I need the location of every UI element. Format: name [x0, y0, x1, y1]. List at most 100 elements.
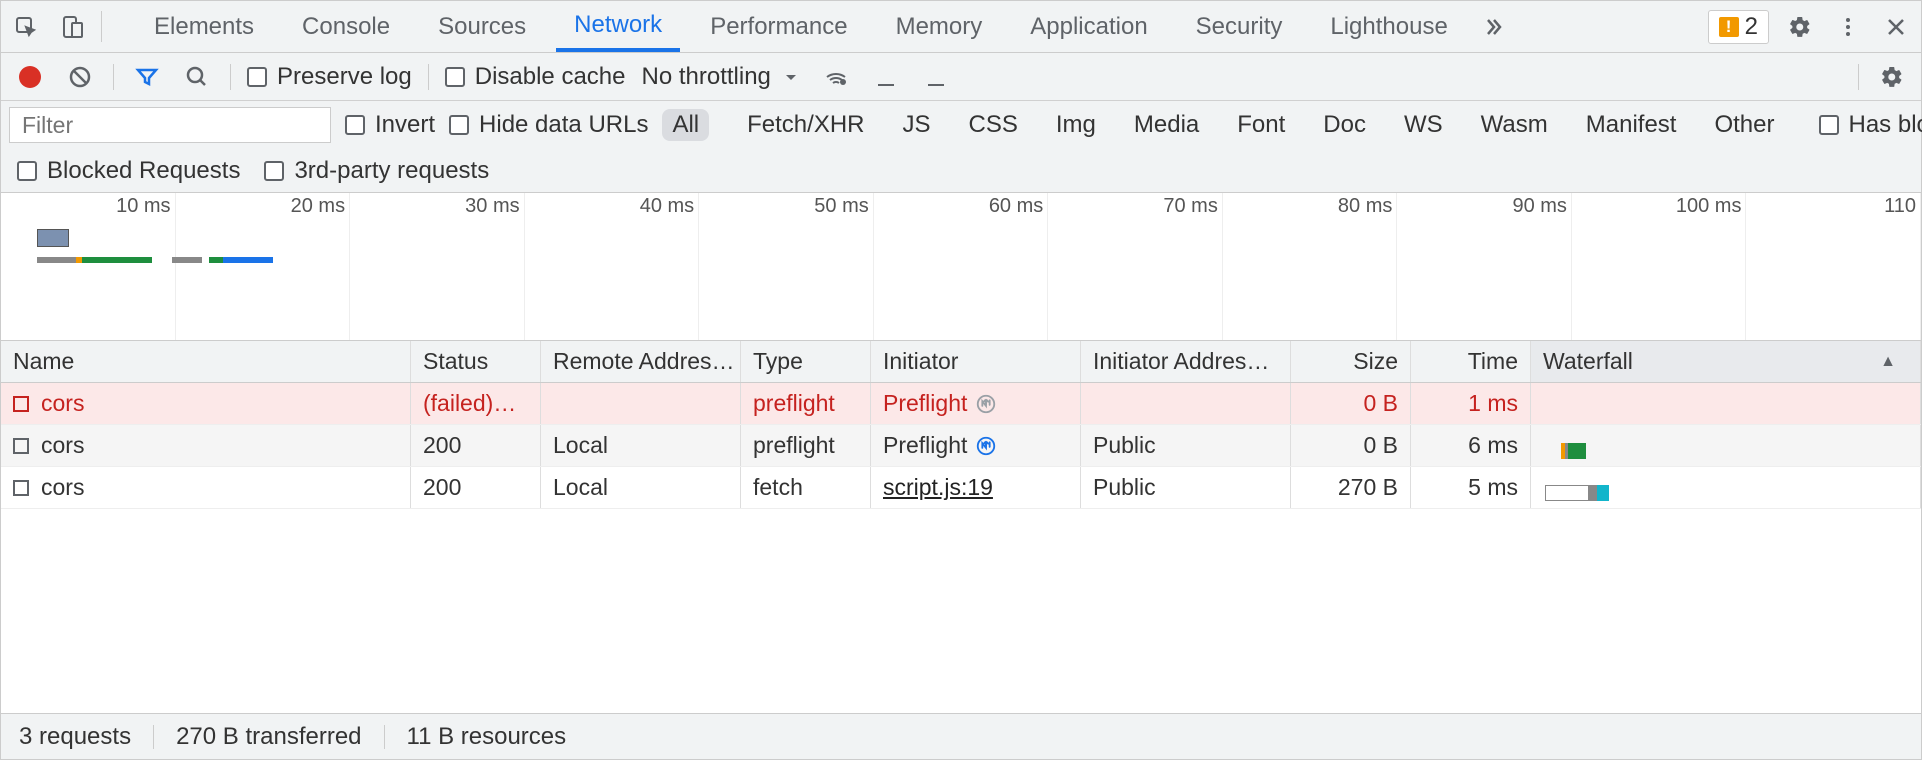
filter-type-fetch-xhr[interactable]: Fetch/XHR	[737, 109, 874, 141]
request-remote: Local	[541, 467, 741, 508]
disable-cache-checkbox[interactable]: Disable cache	[445, 63, 626, 91]
filter-type-css[interactable]: CSS	[959, 109, 1028, 141]
tab-elements[interactable]: Elements	[136, 1, 272, 52]
request-initiator-address: Public	[1081, 467, 1291, 508]
filter-type-ws[interactable]: WS	[1394, 109, 1453, 141]
request-row[interactable]: cors(failed)…preflightPreflight0 B1 ms	[1, 383, 1921, 425]
initiator-link[interactable]: script.js:19	[883, 474, 993, 501]
request-initiator: script.js:19	[871, 467, 1081, 508]
filter-type-js[interactable]: JS	[893, 109, 941, 141]
request-status: 200	[411, 425, 541, 466]
invert-label: Invert	[375, 111, 435, 139]
initiator-text: Preflight	[883, 432, 967, 459]
filter-type-wasm[interactable]: Wasm	[1471, 109, 1558, 141]
preflight-pna-icon	[975, 435, 997, 457]
filter-type-doc[interactable]: Doc	[1313, 109, 1376, 141]
export-har-icon[interactable]	[919, 60, 953, 94]
filter-icon[interactable]	[130, 60, 164, 94]
timeline-tick-label: 20 ms	[291, 195, 345, 218]
tab-network[interactable]: Network	[556, 1, 680, 52]
timeline-tick: 110	[1746, 193, 1921, 340]
record-button[interactable]	[13, 60, 47, 94]
col-iaddr[interactable]: Initiator Addres…	[1081, 341, 1291, 382]
request-remote: Local	[541, 425, 741, 466]
filter-type-manifest[interactable]: Manifest	[1576, 109, 1687, 141]
timeline-tick-label: 60 ms	[989, 195, 1043, 218]
timeline-tick: 90 ms	[1397, 193, 1572, 340]
filter-type-all[interactable]: All	[662, 109, 709, 141]
col-remote[interactable]: Remote Addres…	[541, 341, 741, 382]
request-initiator: Preflight	[871, 383, 1081, 424]
filter-type-font[interactable]: Font	[1227, 109, 1295, 141]
preserve-log-checkbox[interactable]: Preserve log	[247, 63, 412, 91]
initiator-text: Preflight	[883, 390, 967, 417]
tab-application[interactable]: Application	[1012, 1, 1165, 52]
timeline-tick-label: 110	[1884, 195, 1916, 218]
throttling-select[interactable]: No throttling	[641, 63, 802, 91]
settings-icon[interactable]	[1783, 10, 1817, 44]
request-status: (failed)…	[411, 383, 541, 424]
col-waterfall-label: Waterfall	[1543, 348, 1633, 375]
request-row[interactable]: cors200LocalpreflightPreflightPublic0 B6…	[1, 425, 1921, 467]
col-status[interactable]: Status	[411, 341, 541, 382]
requests-grid: Name Status Remote Addres… Type Initiato…	[1, 341, 1921, 713]
timeline-tick-label: 30 ms	[465, 195, 519, 218]
filter-input[interactable]	[9, 107, 331, 143]
kebab-menu-icon[interactable]	[1831, 10, 1865, 44]
col-type[interactable]: Type	[741, 341, 871, 382]
preflight-pna-icon	[975, 393, 997, 415]
blocked-requests-label: Blocked Requests	[47, 157, 240, 185]
filter-type-img[interactable]: Img	[1046, 109, 1106, 141]
tab-lighthouse[interactable]: Lighthouse	[1312, 1, 1465, 52]
col-initiator[interactable]: Initiator	[871, 341, 1081, 382]
devtools-tabbar: ElementsConsoleSourcesNetworkPerformance…	[1, 1, 1921, 53]
filter-type-other[interactable]: Other	[1704, 109, 1784, 141]
status-transferred: 270 B transferred	[176, 723, 361, 751]
status-resources: 11 B resources	[407, 723, 567, 751]
timeline-tick-label: 40 ms	[640, 195, 694, 218]
request-type: preflight	[741, 425, 871, 466]
tab-memory[interactable]: Memory	[878, 1, 1001, 52]
clear-button[interactable]	[63, 60, 97, 94]
blocked-requests-checkbox[interactable]: Blocked Requests	[17, 157, 240, 185]
overview-selection[interactable]	[37, 229, 69, 247]
timeline-tick-label: 10 ms	[116, 195, 170, 218]
issues-count: 2	[1745, 13, 1758, 41]
col-time[interactable]: Time	[1411, 341, 1531, 382]
tab-console[interactable]: Console	[284, 1, 408, 52]
tab-sources[interactable]: Sources	[420, 1, 544, 52]
tab-performance[interactable]: Performance	[692, 1, 865, 52]
request-type: fetch	[741, 467, 871, 508]
third-party-label: 3rd-party requests	[294, 157, 489, 185]
network-settings-icon[interactable]	[1875, 60, 1909, 94]
col-size[interactable]: Size	[1291, 341, 1411, 382]
search-icon[interactable]	[180, 60, 214, 94]
import-har-icon[interactable]	[869, 60, 903, 94]
device-toggle-icon[interactable]	[55, 10, 89, 44]
third-party-checkbox[interactable]: 3rd-party requests	[264, 157, 489, 185]
col-name[interactable]: Name	[1, 341, 411, 382]
timeline-tick: 100 ms	[1572, 193, 1747, 340]
overview-timeline[interactable]: 10 ms20 ms30 ms40 ms50 ms60 ms70 ms80 ms…	[1, 193, 1921, 341]
more-tabs-icon[interactable]	[1476, 10, 1510, 44]
tab-security[interactable]: Security	[1178, 1, 1301, 52]
close-devtools-icon[interactable]	[1879, 10, 1913, 44]
timeline-tick: 60 ms	[874, 193, 1049, 340]
network-conditions-icon[interactable]	[819, 60, 853, 94]
has-blocked-cookies-checkbox[interactable]: Has blocked cookies	[1819, 111, 1922, 139]
hide-data-urls-checkbox[interactable]: Hide data URLs	[449, 111, 648, 139]
request-row[interactable]: cors200Localfetchscript.js:19Public270 B…	[1, 467, 1921, 509]
request-time: 6 ms	[1411, 425, 1531, 466]
col-waterfall[interactable]: Waterfall ▲	[1531, 341, 1921, 382]
has-blocked-cookies-label: Has blocked cookies	[1849, 111, 1922, 139]
grid-header[interactable]: Name Status Remote Addres… Type Initiato…	[1, 341, 1921, 383]
request-name: cors	[41, 432, 84, 459]
issues-badge[interactable]: ! 2	[1708, 10, 1769, 44]
inspect-icon[interactable]	[9, 10, 43, 44]
file-icon	[13, 438, 29, 454]
request-time: 5 ms	[1411, 467, 1531, 508]
filter-type-media[interactable]: Media	[1124, 109, 1209, 141]
filter-bar-secondary: Blocked Requests 3rd-party requests	[1, 149, 1921, 193]
invert-checkbox[interactable]: Invert	[345, 111, 435, 139]
request-size: 0 B	[1291, 383, 1411, 424]
